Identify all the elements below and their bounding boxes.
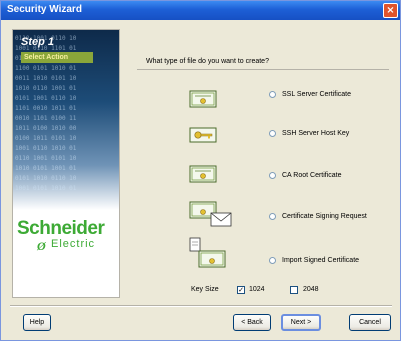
title-bar[interactable]: Security Wizard × xyxy=(1,1,400,20)
ssh-server-host-key-radio[interactable] xyxy=(269,130,276,137)
brand-mark-icon: Ø xyxy=(37,239,46,253)
svg-text:1010 0110 1001 01: 1010 0110 1001 01 xyxy=(15,85,77,92)
step-title: Step 1 xyxy=(21,36,55,48)
certificate-envelope-icon xyxy=(189,201,232,227)
binary-code-banner: 0110 1001 0110 10 1001 0110 1101 01 0110… xyxy=(13,30,119,210)
key-certificate-icon xyxy=(189,127,217,143)
svg-text:1100 0101 1010 01: 1100 0101 1010 01 xyxy=(15,65,77,72)
next-button[interactable]: Next > xyxy=(281,314,321,331)
ca-root-certificate-label: CA Root Certificate xyxy=(282,172,342,179)
svg-text:0101 1001 0110 10: 0101 1001 0110 10 xyxy=(15,95,77,102)
option-ssl-server-certificate[interactable]: SSL Server Certificate xyxy=(189,88,399,112)
button-area-divider xyxy=(10,305,392,307)
question-divider xyxy=(137,69,389,70)
svg-text:1101 0010 1011 01: 1101 0010 1011 01 xyxy=(15,105,77,112)
step-subtitle: Select Action xyxy=(21,52,93,63)
import-signed-certificate-radio[interactable] xyxy=(269,257,276,264)
svg-text:0100 1011 0101 10: 0100 1011 0101 10 xyxy=(15,135,77,142)
option-ca-root-certificate[interactable]: CA Root Certificate xyxy=(189,164,399,188)
svg-text:0101 1010 0110 10: 0101 1010 0110 10 xyxy=(15,175,77,182)
wizard-side-panel: 0110 1001 0110 10 1001 0110 1101 01 0110… xyxy=(12,29,120,298)
import-certificate-icon xyxy=(189,237,226,268)
svg-text:0011 1010 0101 10: 0011 1010 0101 10 xyxy=(15,75,77,82)
svg-text:1010 0101 1001 01: 1010 0101 1001 01 xyxy=(15,165,77,172)
close-button[interactable]: × xyxy=(383,3,398,18)
key-size-1024-label: 1024 xyxy=(249,286,265,293)
security-wizard-window: Security Wizard × 0110 1001 0110 10 1001… xyxy=(0,0,401,341)
window-title: Security Wizard xyxy=(7,4,82,15)
certificate-signing-request-label: Certificate Signing Request xyxy=(282,213,367,220)
svg-text:0110 1001 0101 10: 0110 1001 0101 10 xyxy=(15,155,77,162)
option-import-signed-certificate[interactable]: Import Signed Certificate xyxy=(189,237,399,271)
brand-subname: Electric xyxy=(51,238,96,250)
help-button[interactable]: Help xyxy=(23,314,51,331)
certificate-signing-request-radio[interactable] xyxy=(269,213,276,220)
schneider-electric-logo: Schneider Ø Electric xyxy=(17,218,117,253)
option-certificate-signing-request[interactable]: Certificate Signing Request xyxy=(189,200,399,230)
svg-text:1001 0101 1010 01: 1001 0101 1010 01 xyxy=(15,185,77,192)
brand-name: Schneider xyxy=(17,218,105,239)
question-text: What type of file do you want to create? xyxy=(146,58,269,65)
certificate-icon xyxy=(189,90,217,108)
certificate-icon xyxy=(189,165,217,183)
svg-text:0010 1101 0100 11: 0010 1101 0100 11 xyxy=(15,115,77,122)
key-size-1024-checkbox[interactable]: ✓ xyxy=(237,286,245,294)
key-size-2048-checkbox[interactable] xyxy=(290,286,298,294)
key-size-2048-label: 2048 xyxy=(303,286,319,293)
ca-root-certificate-radio[interactable] xyxy=(269,172,276,179)
cancel-button[interactable]: Cancel xyxy=(349,314,391,331)
option-ssh-server-host-key[interactable]: SSH Server Host Key xyxy=(189,125,399,149)
ssh-server-host-key-label: SSH Server Host Key xyxy=(282,130,350,137)
ssl-server-certificate-radio[interactable] xyxy=(269,91,276,98)
svg-text:1011 0100 1010 00: 1011 0100 1010 00 xyxy=(15,125,77,132)
svg-text:1001 0110 1010 01: 1001 0110 1010 01 xyxy=(15,145,77,152)
key-size-label: Key Size xyxy=(191,286,219,293)
ssl-server-certificate-label: SSL Server Certificate xyxy=(282,91,351,98)
import-signed-certificate-label: Import Signed Certificate xyxy=(282,257,360,264)
back-button[interactable]: < Back xyxy=(233,314,271,331)
